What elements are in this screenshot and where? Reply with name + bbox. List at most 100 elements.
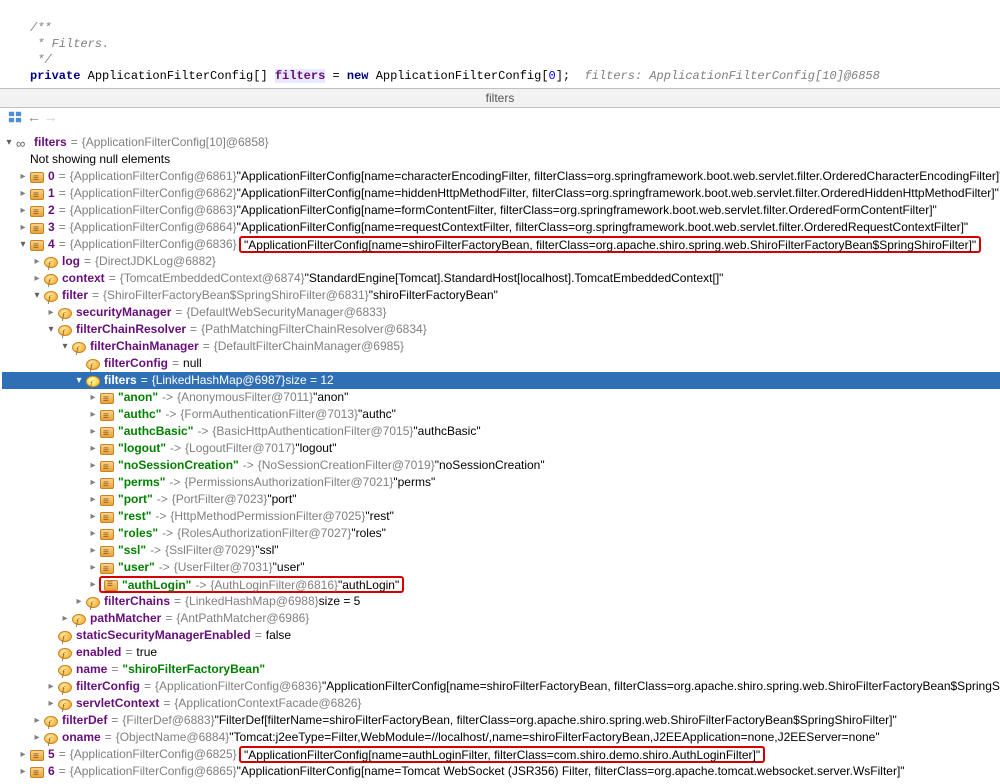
map-key: "ssl" — [118, 542, 146, 559]
tree-row[interactable]: 1 = {ApplicationFilterConfig@6862} "Appl… — [2, 185, 1000, 202]
map-value: "perms" — [393, 474, 435, 491]
debug-tab-label[interactable]: filters — [0, 88, 1000, 108]
chevron-right-icon[interactable] — [86, 508, 100, 525]
tree-row[interactable]: 0 = {ApplicationFilterConfig@6861} "Appl… — [2, 168, 1000, 185]
map-key: "noSessionCreation" — [118, 457, 239, 474]
tree-row[interactable]: 6 = {ApplicationFilterConfig@6865} "Appl… — [2, 763, 1000, 780]
chevron-right-icon[interactable] — [86, 440, 100, 457]
tree-row[interactable]: pathMatcher = {AntPathMatcher@6986} — [2, 610, 1000, 627]
map-value: "authc" — [358, 406, 396, 423]
map-key: "logout" — [118, 440, 166, 457]
map-entry-icon — [100, 546, 114, 557]
map-value: "user" — [273, 559, 305, 576]
tree-row-root[interactable]: filters = {ApplicationFilterConfig[10]@6… — [2, 134, 1000, 151]
map-entry-icon — [100, 393, 114, 404]
map-ref: {RolesAuthorizationFilter@7027} — [177, 525, 351, 542]
tree-row-hint: Not showing null elements — [2, 151, 1000, 168]
tree-row[interactable]: 3 = {ApplicationFilterConfig@6864} "Appl… — [2, 219, 1000, 236]
tree-row[interactable]: staticSecurityManagerEnabled = false — [2, 627, 1000, 644]
tree-row-map-entry[interactable]: "noSessionCreation" -> {NoSessionCreatio… — [2, 457, 1000, 474]
keyword: private — [30, 69, 80, 83]
tree-row[interactable]: 2 = {ApplicationFilterConfig@6863} "Appl… — [2, 202, 1000, 219]
tree-row-selected[interactable]: filters = {LinkedHashMap@6987} size = 12 — [2, 372, 1000, 389]
chevron-right-icon[interactable] — [86, 457, 100, 474]
tree-config-icon[interactable] — [8, 110, 22, 128]
map-value: "authcBasic" — [413, 423, 480, 440]
variables-tree[interactable]: filters = {ApplicationFilterConfig[10]@6… — [0, 130, 1000, 784]
watch-icon — [16, 136, 30, 150]
comment-line: * Filters. — [30, 37, 109, 51]
map-ref: {PermissionsAuthorizationFilter@7021} — [184, 474, 393, 491]
tree-row-map-entry[interactable]: "roles" -> {RolesAuthorizationFilter@702… — [2, 525, 1000, 542]
tree-row[interactable]: oname = {ObjectName@6884} "Tomcat:j2eeTy… — [2, 729, 1000, 746]
tree-row-map-entry[interactable]: "port" -> {PortFilter@7023} "port" — [2, 491, 1000, 508]
map-ref: {FormAuthenticationFilter@7013} — [180, 406, 358, 423]
map-value: "port" — [267, 491, 296, 508]
map-entry-icon — [100, 478, 114, 489]
tree-row[interactable]: securityManager = {DefaultWebSecurityMan… — [2, 304, 1000, 321]
chevron-right-icon[interactable] — [16, 168, 30, 185]
forward-icon[interactable]: → — [46, 112, 54, 126]
chevron-right-icon[interactable] — [86, 576, 100, 593]
tree-row-map-entry[interactable]: "authcBasic" -> {BasicHttpAuthentication… — [2, 423, 1000, 440]
tree-row[interactable]: context = {TomcatEmbeddedContext@6874} "… — [2, 270, 1000, 287]
tree-row[interactable]: name = "shiroFilterFactoryBean" — [2, 661, 1000, 678]
tree-row[interactable]: filterChains = {LinkedHashMap@6988} size… — [2, 593, 1000, 610]
chevron-right-icon[interactable] — [86, 491, 100, 508]
tree-row[interactable]: filterConfig = null — [2, 355, 1000, 372]
map-ref: {AnonymousFilter@7011} — [177, 389, 313, 406]
map-key: "roles" — [118, 525, 158, 542]
map-entry-icon — [100, 495, 114, 506]
map-ref: {AuthLoginFilter@6816} — [210, 578, 338, 592]
type: ApplicationFilterConfig[] — [88, 69, 268, 83]
tree-row-map-entry[interactable]: "authc" -> {FormAuthenticationFilter@701… — [2, 406, 1000, 423]
back-icon[interactable]: ← — [30, 112, 38, 126]
variable: filters — [275, 69, 325, 83]
tree-row[interactable]: filterChainResolver = {PathMatchingFilte… — [2, 321, 1000, 338]
map-value: "roles" — [351, 525, 386, 542]
chevron-down-icon[interactable] — [2, 134, 16, 151]
tree-row[interactable]: enabled = true — [2, 644, 1000, 661]
chevron-right-icon[interactable] — [86, 525, 100, 542]
comment-line: */ — [30, 53, 52, 67]
tree-row-map-entry[interactable]: "rest" -> {HttpMethodPermissionFilter@70… — [2, 508, 1000, 525]
map-key: "rest" — [118, 508, 151, 525]
chevron-right-icon[interactable] — [86, 389, 100, 406]
map-ref: {HttpMethodPermissionFilter@7025} — [170, 508, 365, 525]
map-entry-icon — [100, 444, 114, 455]
tree-row[interactable]: filterChainManager = {DefaultFilterChain… — [2, 338, 1000, 355]
map-value: "logout" — [295, 440, 336, 457]
chevron-right-icon[interactable] — [86, 423, 100, 440]
map-key: "authc" — [118, 406, 161, 423]
comment-line: /** — [30, 21, 52, 35]
map-key: "authLogin" — [122, 578, 191, 592]
chevron-right-icon[interactable] — [86, 542, 100, 559]
map-entry-icon — [100, 461, 114, 472]
chevron-right-icon[interactable] — [86, 474, 100, 491]
map-entry-icon — [100, 512, 114, 523]
tree-row[interactable]: 5 = {ApplicationFilterConfig@6825} "Appl… — [2, 746, 1000, 763]
tree-row-expanded[interactable]: 4 = {ApplicationFilterConfig@6836} "Appl… — [2, 236, 1000, 253]
tree-row-map-entry[interactable]: "anon" -> {AnonymousFilter@7011} "anon" — [2, 389, 1000, 406]
map-ref: {UserFilter@7031} — [174, 559, 273, 576]
chevron-right-icon[interactable] — [86, 406, 100, 423]
tree-row[interactable]: log = {DirectJDKLog@6882} — [2, 253, 1000, 270]
code-editor[interactable]: /** * Filters. */ private ApplicationFil… — [0, 0, 1000, 88]
map-ref: {NoSessionCreationFilter@7019} — [258, 457, 435, 474]
map-key: "perms" — [118, 474, 165, 491]
tree-row[interactable]: filter = {ShiroFilterFactoryBean$SpringS… — [2, 287, 1000, 304]
tree-row-map-entry[interactable]: "perms" -> {PermissionsAuthorizationFilt… — [2, 474, 1000, 491]
keyword: new — [347, 69, 369, 83]
chevron-down-icon[interactable] — [16, 236, 30, 253]
tree-row-map-entry[interactable]: "ssl" -> {SslFilter@7029} "ssl" — [2, 542, 1000, 559]
tree-row-map-entry[interactable]: "authLogin" -> {AuthLoginFilter@6816} "a… — [2, 576, 1000, 593]
map-value: "rest" — [365, 508, 394, 525]
highlight-box: "ApplicationFilterConfig[name=shiroFilte… — [239, 236, 981, 253]
tree-row[interactable]: servletContext = {ApplicationContextFaca… — [2, 695, 1000, 712]
tree-row-map-entry[interactable]: "logout" -> {LogoutFilter@7017} "logout" — [2, 440, 1000, 457]
tree-row[interactable]: filterDef = {FilterDef@6883} "FilterDef[… — [2, 712, 1000, 729]
tree-row-map-entry[interactable]: "user" -> {UserFilter@7031} "user" — [2, 559, 1000, 576]
chevron-right-icon[interactable] — [86, 559, 100, 576]
map-ref: {BasicHttpAuthenticationFilter@7015} — [212, 423, 413, 440]
tree-row[interactable]: filterConfig = {ApplicationFilterConfig@… — [2, 678, 1000, 695]
